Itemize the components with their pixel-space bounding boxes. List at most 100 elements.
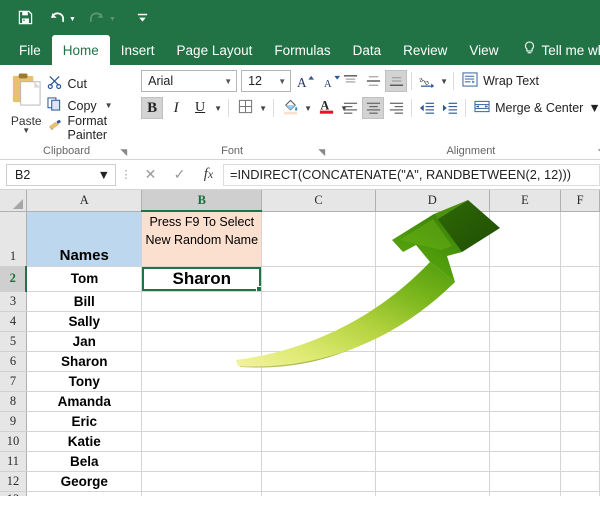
formula-input[interactable]: =INDIRECT(CONCATENATE("A", RANDBETWEEN(2… bbox=[223, 163, 600, 186]
select-all-corner[interactable] bbox=[0, 190, 27, 212]
cell-c7[interactable] bbox=[261, 371, 376, 392]
tab-review[interactable]: Review bbox=[392, 35, 458, 65]
name-box-caret-icon[interactable]: ▼ bbox=[98, 168, 110, 182]
cell-b4[interactable] bbox=[141, 311, 263, 332]
cell-b13[interactable] bbox=[141, 491, 263, 496]
cell-f7[interactable] bbox=[560, 371, 600, 392]
redo-dropdown-caret[interactable]: ▼ bbox=[109, 12, 116, 23]
cell-e5[interactable] bbox=[489, 331, 562, 352]
merge-center-dropdown-caret[interactable]: ▼ bbox=[588, 101, 600, 115]
format-painter-button[interactable]: Format Painter bbox=[44, 114, 127, 142]
column-header-c[interactable]: C bbox=[261, 190, 376, 212]
cell-a9[interactable]: Eric bbox=[26, 411, 143, 432]
name-box[interactable]: B2 ▼ bbox=[6, 163, 116, 186]
font-size-select[interactable]: 12 ▼ bbox=[241, 70, 292, 92]
cell-f2[interactable] bbox=[560, 266, 600, 292]
cell-c11[interactable] bbox=[261, 451, 376, 472]
font-dialog-launcher-icon[interactable]: ◥ bbox=[318, 147, 325, 158]
cell-e7[interactable] bbox=[489, 371, 562, 392]
cell-d6[interactable] bbox=[375, 351, 490, 372]
column-header-d[interactable]: D bbox=[375, 190, 490, 212]
cell-e11[interactable] bbox=[489, 451, 562, 472]
formula-bar-handle[interactable]: ⋮ bbox=[116, 168, 136, 181]
increase-indent-button[interactable] bbox=[439, 97, 461, 119]
row-header-8[interactable]: 8 bbox=[0, 391, 27, 412]
cell-c4[interactable] bbox=[261, 311, 376, 332]
row-header-5[interactable]: 5 bbox=[0, 331, 27, 352]
cell-c12[interactable] bbox=[261, 471, 376, 492]
cell-d7[interactable] bbox=[375, 371, 490, 392]
tab-file[interactable]: File bbox=[8, 35, 52, 65]
underline-dropdown-caret[interactable]: ▼ bbox=[213, 104, 223, 113]
cell-b10[interactable] bbox=[141, 431, 263, 452]
cell-c10[interactable] bbox=[261, 431, 376, 452]
copy-dropdown-caret[interactable]: ▼ bbox=[105, 101, 113, 110]
cell-f11[interactable] bbox=[560, 451, 600, 472]
column-header-a[interactable]: A bbox=[26, 190, 143, 212]
decrease-indent-button[interactable] bbox=[416, 97, 438, 119]
cell-a10[interactable]: Katie bbox=[26, 431, 143, 452]
cell-a6[interactable]: Sharon bbox=[26, 351, 143, 372]
cell-b2[interactable]: Sharon bbox=[141, 266, 263, 292]
cell-a1[interactable]: Names bbox=[26, 211, 143, 267]
borders-button[interactable] bbox=[234, 97, 256, 119]
cell-e6[interactable] bbox=[489, 351, 562, 372]
cell-b8[interactable] bbox=[141, 391, 263, 412]
cell-a5[interactable]: Jan bbox=[26, 331, 143, 352]
row-header-6[interactable]: 6 bbox=[0, 351, 27, 372]
tab-insert[interactable]: Insert bbox=[110, 35, 166, 65]
cell-e2[interactable] bbox=[489, 266, 562, 292]
tab-page-layout[interactable]: Page Layout bbox=[166, 35, 264, 65]
customize-qat-icon[interactable] bbox=[132, 7, 154, 29]
row-header-10[interactable]: 10 bbox=[0, 431, 27, 452]
enter-formula-icon[interactable]: ✓ bbox=[165, 164, 194, 186]
column-header-b[interactable]: B bbox=[141, 190, 263, 212]
cell-b7[interactable] bbox=[141, 371, 263, 392]
tab-data[interactable]: Data bbox=[342, 35, 393, 65]
tab-home[interactable]: Home bbox=[51, 35, 110, 65]
cell-b1[interactable]: Press F9 To Select New Random Name bbox=[141, 211, 263, 267]
cell-f1[interactable] bbox=[560, 211, 600, 267]
cell-b11[interactable] bbox=[141, 451, 263, 472]
insert-function-icon[interactable]: fx bbox=[194, 164, 223, 186]
cell-f8[interactable] bbox=[560, 391, 600, 412]
cell-e10[interactable] bbox=[489, 431, 562, 452]
row-header-13[interactable]: 13 bbox=[0, 491, 27, 496]
tab-view[interactable]: View bbox=[458, 35, 509, 65]
cell-f3[interactable] bbox=[560, 291, 600, 312]
cell-c2[interactable] bbox=[261, 266, 376, 292]
cell-f6[interactable] bbox=[560, 351, 600, 372]
cell-a11[interactable]: Bela bbox=[26, 451, 143, 472]
cell-a4[interactable]: Sally bbox=[26, 311, 143, 332]
clipboard-dialog-launcher-icon[interactable]: ◥ bbox=[120, 147, 127, 158]
paste-button[interactable]: Paste ▼ bbox=[8, 70, 44, 135]
cell-c6[interactable] bbox=[261, 351, 376, 372]
cell-e13[interactable] bbox=[489, 491, 562, 496]
wrap-text-button[interactable]: Wrap Text bbox=[458, 70, 543, 92]
cell-e8[interactable] bbox=[489, 391, 562, 412]
redo-icon[interactable] bbox=[86, 7, 108, 29]
fill-color-dropdown-caret[interactable]: ▼ bbox=[303, 104, 313, 113]
align-bottom-button[interactable] bbox=[385, 70, 408, 92]
cell-c5[interactable] bbox=[261, 331, 376, 352]
cell-b9[interactable] bbox=[141, 411, 263, 432]
cell-d1[interactable] bbox=[375, 211, 490, 267]
cell-a12[interactable]: George bbox=[26, 471, 143, 492]
align-top-button[interactable] bbox=[339, 70, 361, 92]
bold-button[interactable]: B bbox=[141, 97, 164, 119]
align-right-button[interactable] bbox=[385, 97, 407, 119]
cell-f4[interactable] bbox=[560, 311, 600, 332]
cancel-formula-icon[interactable]: ✕ bbox=[136, 164, 165, 186]
row-header-11[interactable]: 11 bbox=[0, 451, 27, 472]
cell-e12[interactable] bbox=[489, 471, 562, 492]
cell-d11[interactable] bbox=[375, 451, 490, 472]
cell-c3[interactable] bbox=[261, 291, 376, 312]
cell-b12[interactable] bbox=[141, 471, 263, 492]
borders-dropdown-caret[interactable]: ▼ bbox=[258, 104, 268, 113]
cell-e4[interactable] bbox=[489, 311, 562, 332]
cell-a13[interactable] bbox=[26, 491, 143, 496]
cell-f5[interactable] bbox=[560, 331, 600, 352]
underline-button[interactable]: U bbox=[189, 97, 211, 119]
row-header-1[interactable]: 1 bbox=[0, 211, 27, 267]
column-header-f[interactable]: F bbox=[560, 190, 600, 212]
